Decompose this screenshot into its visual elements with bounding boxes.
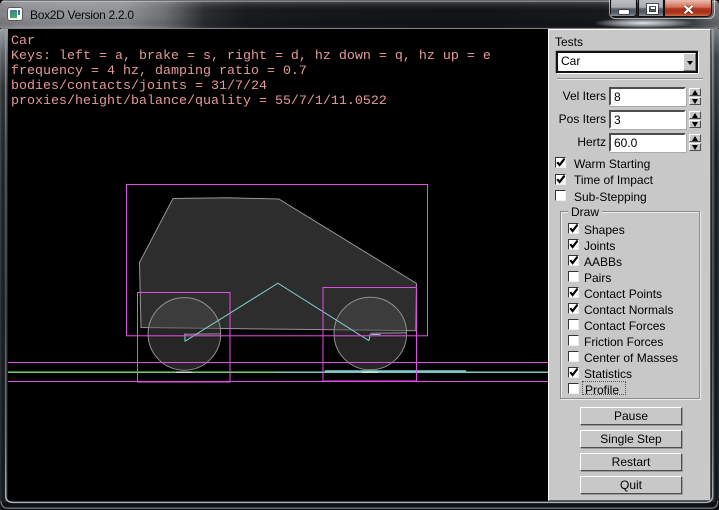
svg-text:frequency = 4 hz, damping rati: frequency = 4 hz, damping ratio = 0.7 — [11, 64, 307, 79]
svg-text:Car: Car — [11, 34, 35, 49]
svg-text:Keys: left = a, brake = s, rig: Keys: left = a, brake = s, right = d, hz… — [11, 49, 491, 64]
svg-text:bodies/contacts/joints = 31/7/: bodies/contacts/joints = 31/7/24 — [11, 79, 267, 94]
svg-text:proxies/height/balance/quality: proxies/height/balance/quality = 55/7/1/… — [11, 94, 387, 109]
